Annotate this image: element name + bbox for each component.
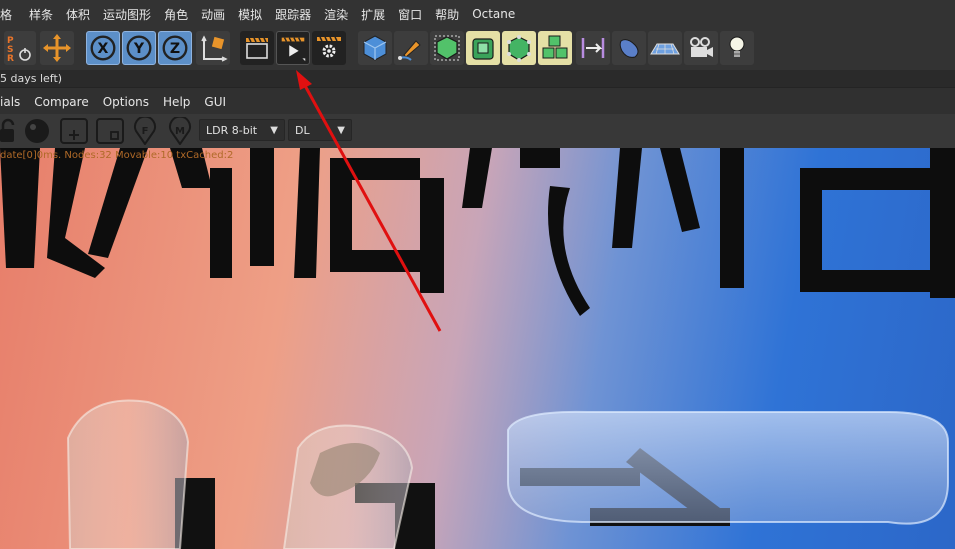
sphere-icon[interactable] (612, 31, 646, 65)
render-settings-icon[interactable] (312, 31, 346, 65)
menu-help[interactable]: 帮助 (435, 6, 468, 23)
svg-text:X: X (98, 41, 109, 57)
y-axis-lock-icon[interactable]: Y (122, 31, 156, 65)
focus-picker-icon[interactable]: F (132, 115, 158, 146)
kernel-value: DL (295, 124, 310, 137)
menu-materials[interactable]: ials (0, 95, 20, 109)
menu-render[interactable]: 渲染 (324, 6, 357, 23)
menu-tracker[interactable]: 跟踪器 (275, 6, 320, 23)
menu-help[interactable]: Help (163, 95, 190, 109)
main-menu-bar: 格 样条 体积 运动图形 角色 动画 模拟 跟踪器 渲染 扩展 窗口 帮助 Oc… (0, 0, 955, 28)
extrude-icon[interactable] (466, 31, 500, 65)
render-window-menu: ials Compare Options Help GUI (0, 87, 955, 115)
svg-text:F: F (142, 126, 149, 137)
menu-window[interactable]: 窗口 (398, 6, 431, 23)
render-viewport[interactable] (0, 148, 955, 549)
menu-options[interactable]: Options (103, 95, 149, 109)
menu-mesh[interactable]: 格 (0, 6, 21, 23)
render-view-icon[interactable] (276, 31, 310, 65)
color-mode-value: LDR 8-bit (206, 124, 258, 137)
trial-notice: 5 days left) (0, 70, 955, 87)
menu-animate[interactable]: 动画 (201, 6, 234, 23)
main-toolbar: PSR X Y Z (0, 28, 955, 71)
menu-compare[interactable]: Compare (34, 95, 88, 109)
menu-spline[interactable]: 样条 (29, 6, 62, 23)
menu-mograph[interactable]: 运动图形 (103, 6, 160, 23)
kernel-dropdown[interactable]: DL ▼ (288, 119, 352, 141)
render-status-text: date[0]0ms. Nodes:32 Movable:10 txCached… (0, 150, 234, 161)
subdivision-icon[interactable] (430, 31, 464, 65)
floor-icon[interactable] (648, 31, 682, 65)
material-sphere-icon[interactable] (22, 117, 52, 145)
move-icon[interactable] (40, 31, 74, 65)
lock-icon[interactable] (0, 117, 16, 145)
coordinate-system-icon[interactable] (196, 31, 230, 65)
material-picker-icon[interactable]: M (167, 115, 193, 146)
menu-volume[interactable]: 体积 (66, 6, 99, 23)
menu-character[interactable]: 角色 (164, 6, 197, 23)
annotation-arrow (0, 148, 955, 549)
cinema4d-window: 格 样条 体积 运动图形 角色 动画 模拟 跟踪器 渲染 扩展 窗口 帮助 Oc… (0, 0, 955, 549)
x-axis-lock-icon[interactable]: X (86, 31, 120, 65)
chevron-down-icon: ▼ (337, 125, 345, 136)
add-region-icon[interactable] (59, 117, 89, 145)
menu-simulate[interactable]: 模拟 (238, 6, 271, 23)
chevron-down-icon: ▼ (270, 125, 278, 136)
deformer-icon[interactable] (576, 31, 610, 65)
menu-gui[interactable]: GUI (204, 95, 226, 109)
menu-octane[interactable]: Octane (472, 7, 524, 21)
svg-text:R: R (7, 54, 14, 64)
svg-text:Y: Y (133, 41, 145, 57)
menu-extensions[interactable]: 扩展 (361, 6, 394, 23)
light-icon[interactable] (720, 31, 754, 65)
region-select-icon[interactable] (95, 117, 125, 145)
cube-icon[interactable] (358, 31, 392, 65)
psr-reset-icon[interactable]: PSR (4, 31, 36, 65)
cloner-icon[interactable] (502, 31, 536, 65)
render-region-icon[interactable] (240, 31, 274, 65)
array-icon[interactable] (538, 31, 572, 65)
camera-icon[interactable] (684, 31, 718, 65)
svg-text:M: M (175, 126, 185, 137)
svg-text:Z: Z (170, 41, 180, 57)
pen-icon[interactable] (394, 31, 428, 65)
z-axis-lock-icon[interactable]: Z (158, 31, 192, 65)
color-mode-dropdown[interactable]: LDR 8-bit ▼ (199, 119, 285, 141)
render-window-toolbar: F M LDR 8-bit ▼ DL ▼ (0, 114, 955, 148)
